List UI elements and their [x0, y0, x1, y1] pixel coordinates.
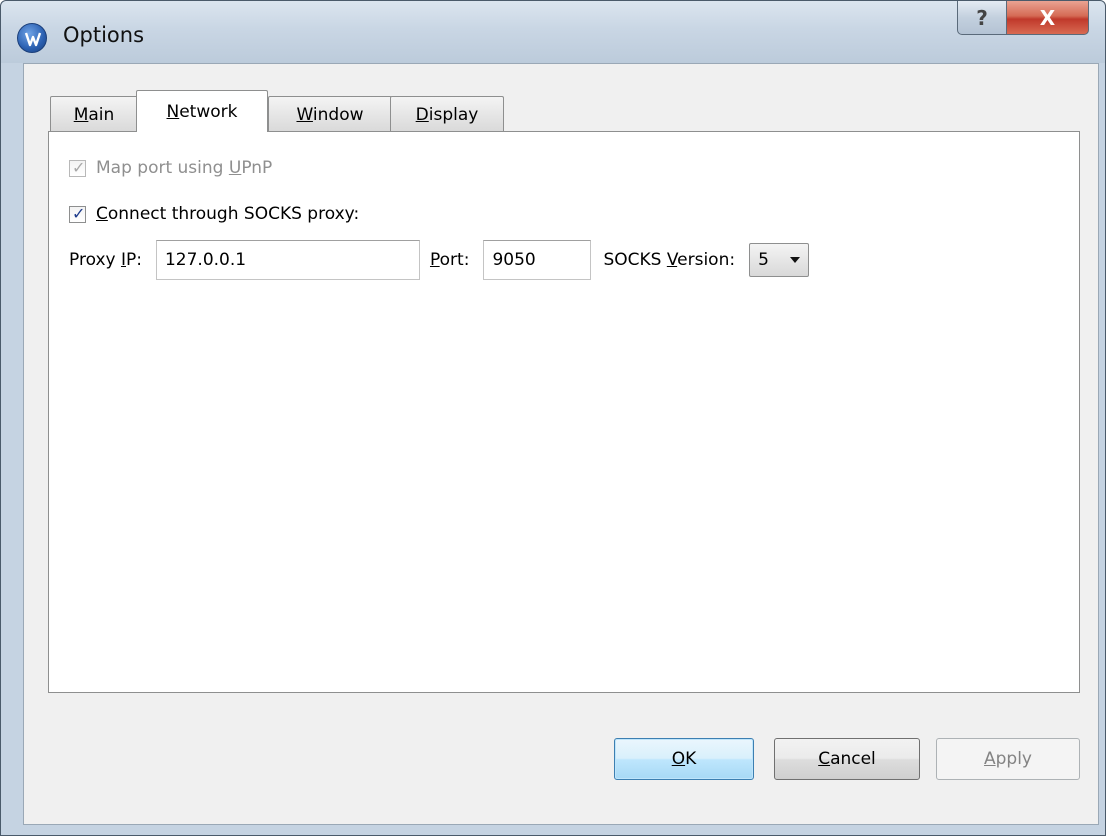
caption-buttons: ? X	[957, 1, 1089, 37]
help-icon: ?	[976, 5, 988, 30]
checkmark-icon: ✓	[72, 203, 86, 223]
proxy-settings-row: Proxy IP: 127.0.0.1 Port: 9050 SOCKS Ver…	[69, 240, 810, 280]
close-icon: X	[1039, 5, 1056, 30]
network-tab-panel: ✓ Map port using UPnP ✓ Connect through …	[48, 131, 1080, 693]
socks-version-select[interactable]: 5	[749, 243, 810, 277]
tab-network[interactable]: Network	[136, 90, 268, 132]
upnp-label: Map port using UPnP	[96, 158, 273, 178]
options-dialog: Options ? X Main Network Window Display	[0, 0, 1106, 836]
tab-label: Window	[296, 104, 364, 125]
tab-label: Display	[415, 104, 479, 125]
chevron-down-icon	[790, 257, 801, 263]
socks-version-label: SOCKS Version:	[603, 250, 736, 270]
apply-button[interactable]: Apply	[936, 738, 1080, 780]
title-bar[interactable]: Options ? X	[1, 1, 1105, 63]
cancel-button-label: Cancel	[818, 749, 876, 769]
proxy-ip-input[interactable]: 127.0.0.1	[155, 240, 420, 280]
port-label: Port:	[429, 250, 470, 270]
upnp-option: ✓ Map port using UPnP	[69, 158, 272, 178]
apply-button-label: Apply	[983, 749, 1032, 769]
checkmark-icon: ✓	[72, 157, 86, 177]
socks-version-value: 5	[758, 250, 769, 270]
close-button[interactable]: X	[1007, 1, 1089, 35]
help-button[interactable]: ?	[957, 1, 1007, 35]
socks-option: ✓ Connect through SOCKS proxy:	[69, 204, 359, 224]
cancel-button[interactable]: Cancel	[774, 738, 920, 780]
socks-proxy-label: Connect through SOCKS proxy:	[96, 204, 360, 224]
tab-display[interactable]: Display	[390, 96, 504, 132]
ok-button-label: OK	[671, 749, 697, 769]
port-input[interactable]: 9050	[483, 240, 592, 280]
tab-label: Main	[73, 104, 115, 125]
app-logo-icon	[17, 23, 47, 53]
tab-main[interactable]: Main	[50, 96, 138, 132]
tab-label: Network	[166, 101, 238, 122]
proxy-ip-label: Proxy IP:	[69, 250, 142, 270]
dialog-body: Main Network Window Display ✓ Map port u…	[23, 63, 1099, 825]
upnp-checkbox[interactable]: ✓	[69, 157, 86, 177]
tab-window[interactable]: Window	[268, 96, 392, 132]
socks-proxy-checkbox[interactable]: ✓	[69, 203, 86, 223]
window-title: Options	[63, 23, 145, 47]
ok-button[interactable]: OK	[614, 738, 754, 780]
